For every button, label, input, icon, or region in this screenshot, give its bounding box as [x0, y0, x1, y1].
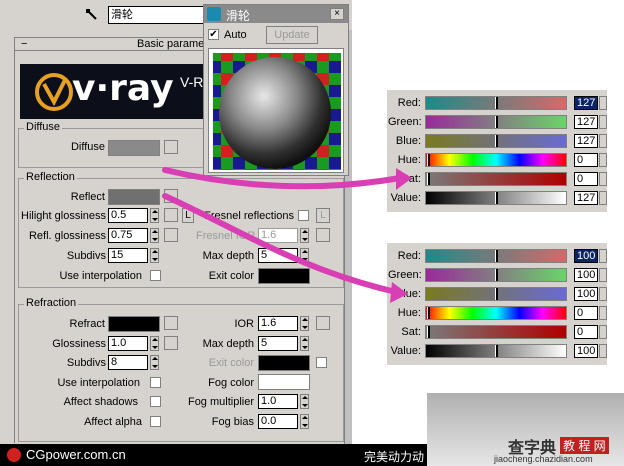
footer-right-text: 完美动力动 — [364, 450, 425, 464]
watermark-url: jiaocheng.chazidian.com — [494, 454, 593, 464]
watermark-sub: 教 程 网 — [560, 437, 609, 454]
cgpower-text: CGpower.com.cn — [26, 447, 126, 462]
cgpower-logo-icon — [7, 448, 21, 462]
